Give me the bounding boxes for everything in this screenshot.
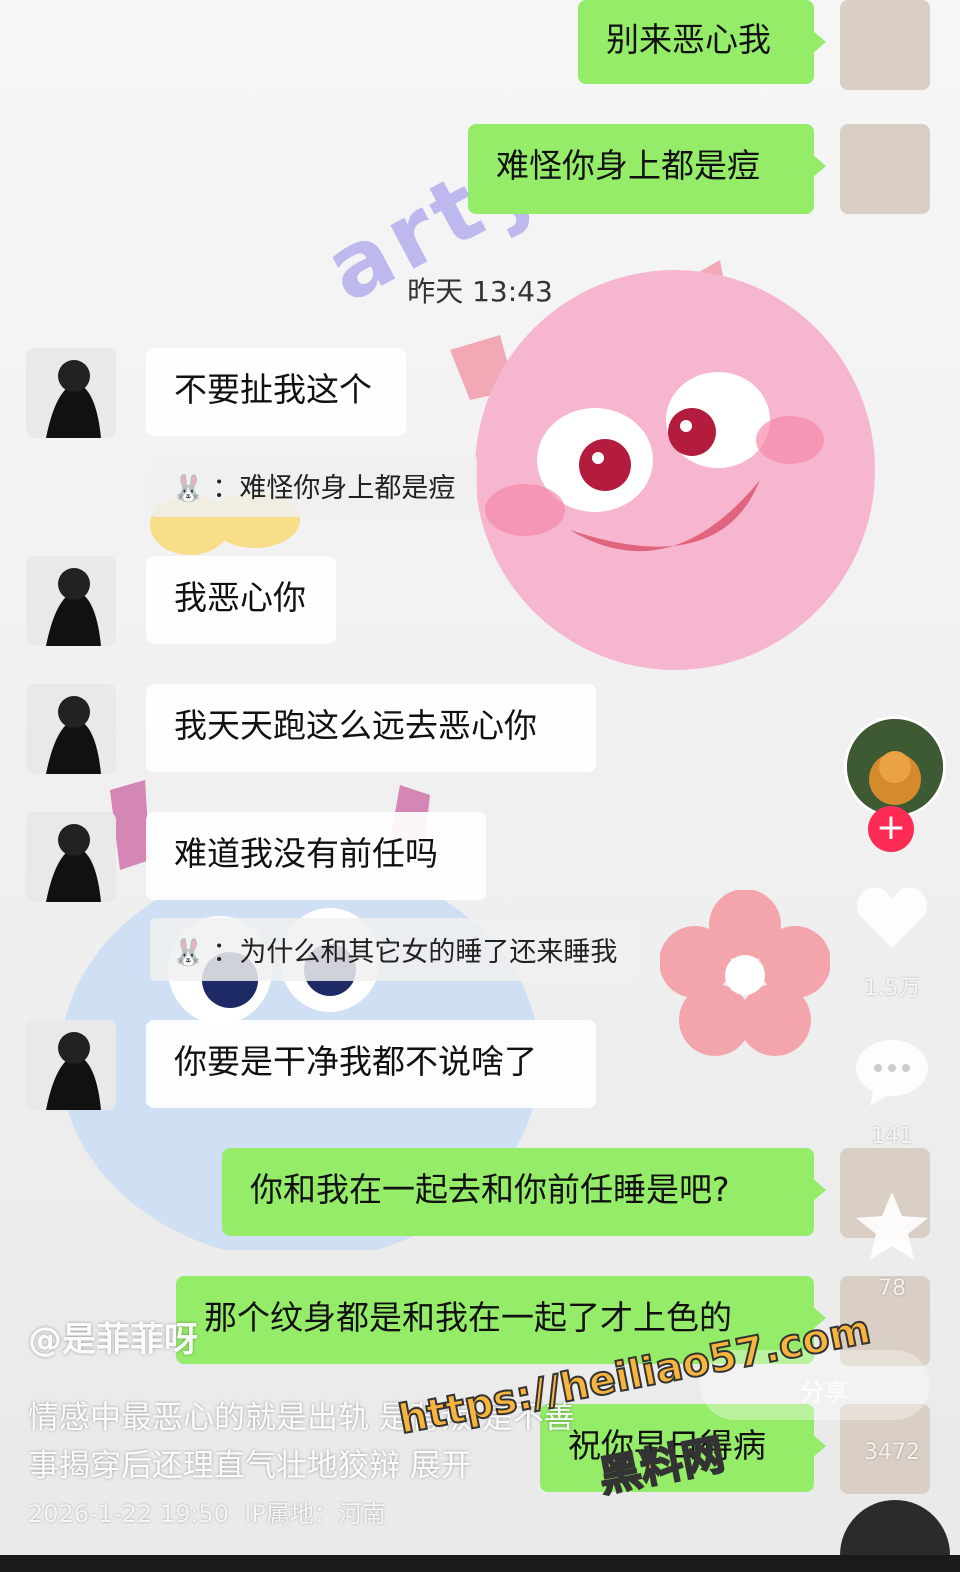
- post-date: 2026-1-22 19:50: [28, 1500, 229, 1528]
- message-bubble-other[interactable]: 你要是干净我都不说啥了: [146, 1020, 596, 1108]
- quoted-reply[interactable]: 🐰 ：难怪你身上都是痘: [150, 454, 478, 517]
- comment-button[interactable]: [852, 1036, 932, 1112]
- self-avatar[interactable]: [840, 124, 930, 214]
- self-avatar[interactable]: [840, 0, 930, 90]
- comment-icon: [856, 1040, 928, 1106]
- share-count: 3472: [864, 1440, 920, 1465]
- share-label[interactable]: 分享: [800, 1372, 848, 1407]
- ip-location: IP属地：河南: [244, 1500, 386, 1528]
- video-frame[interactable]: arty 别来恶心我 难怪你身上都是痘 昨天 13:43 不要扯我这个 🐰 ：难…: [0, 0, 960, 1572]
- comment-count: 141: [871, 1124, 913, 1149]
- message-bubble-other[interactable]: 我恶心你: [146, 556, 336, 644]
- post-meta: 2026-1-22 19:50 IP属地：河南: [28, 1494, 386, 1529]
- like-button[interactable]: [852, 880, 932, 956]
- pink-monster-sticker: [450, 260, 875, 670]
- contact-avatar[interactable]: [26, 348, 116, 438]
- favorite-count: 78: [878, 1276, 906, 1301]
- message-bubble-other[interactable]: 不要扯我这个: [146, 348, 406, 436]
- contact-avatar[interactable]: [26, 556, 116, 646]
- contact-avatar[interactable]: [26, 1020, 116, 1110]
- plus-icon: +: [875, 807, 907, 848]
- message-bubble-self[interactable]: 难怪你身上都是痘: [468, 124, 826, 214]
- like-count: 1.5万: [863, 976, 921, 1001]
- author-handle[interactable]: @是菲菲呀: [28, 1312, 198, 1361]
- heart-icon: [857, 887, 927, 948]
- star-icon: [856, 1192, 928, 1260]
- message-bubble-self[interactable]: 别来恶心我: [578, 0, 826, 84]
- creator-avatar[interactable]: [844, 716, 946, 818]
- rabbit-icon: 🐰: [172, 474, 205, 504]
- contact-avatar[interactable]: [26, 684, 116, 774]
- message-bubble-other[interactable]: 难道我没有前任吗: [146, 812, 486, 900]
- quoted-reply[interactable]: 🐰 ：为什么和其它女的睡了还来睡我: [150, 918, 640, 981]
- favorite-button[interactable]: [852, 1190, 932, 1266]
- chat-timestamp: 昨天 13:43: [407, 275, 553, 308]
- follow-button[interactable]: +: [868, 806, 914, 852]
- message-bubble-self[interactable]: 你和我在一起去和你前任睡是吧?: [222, 1148, 826, 1236]
- message-bubble-other[interactable]: 我天天跑这么远去恶心你: [146, 684, 596, 772]
- progress-bar[interactable]: [0, 1555, 960, 1572]
- rabbit-icon: 🐰: [172, 938, 205, 968]
- contact-avatar[interactable]: [26, 812, 116, 902]
- flower-sticker: [660, 890, 830, 1056]
